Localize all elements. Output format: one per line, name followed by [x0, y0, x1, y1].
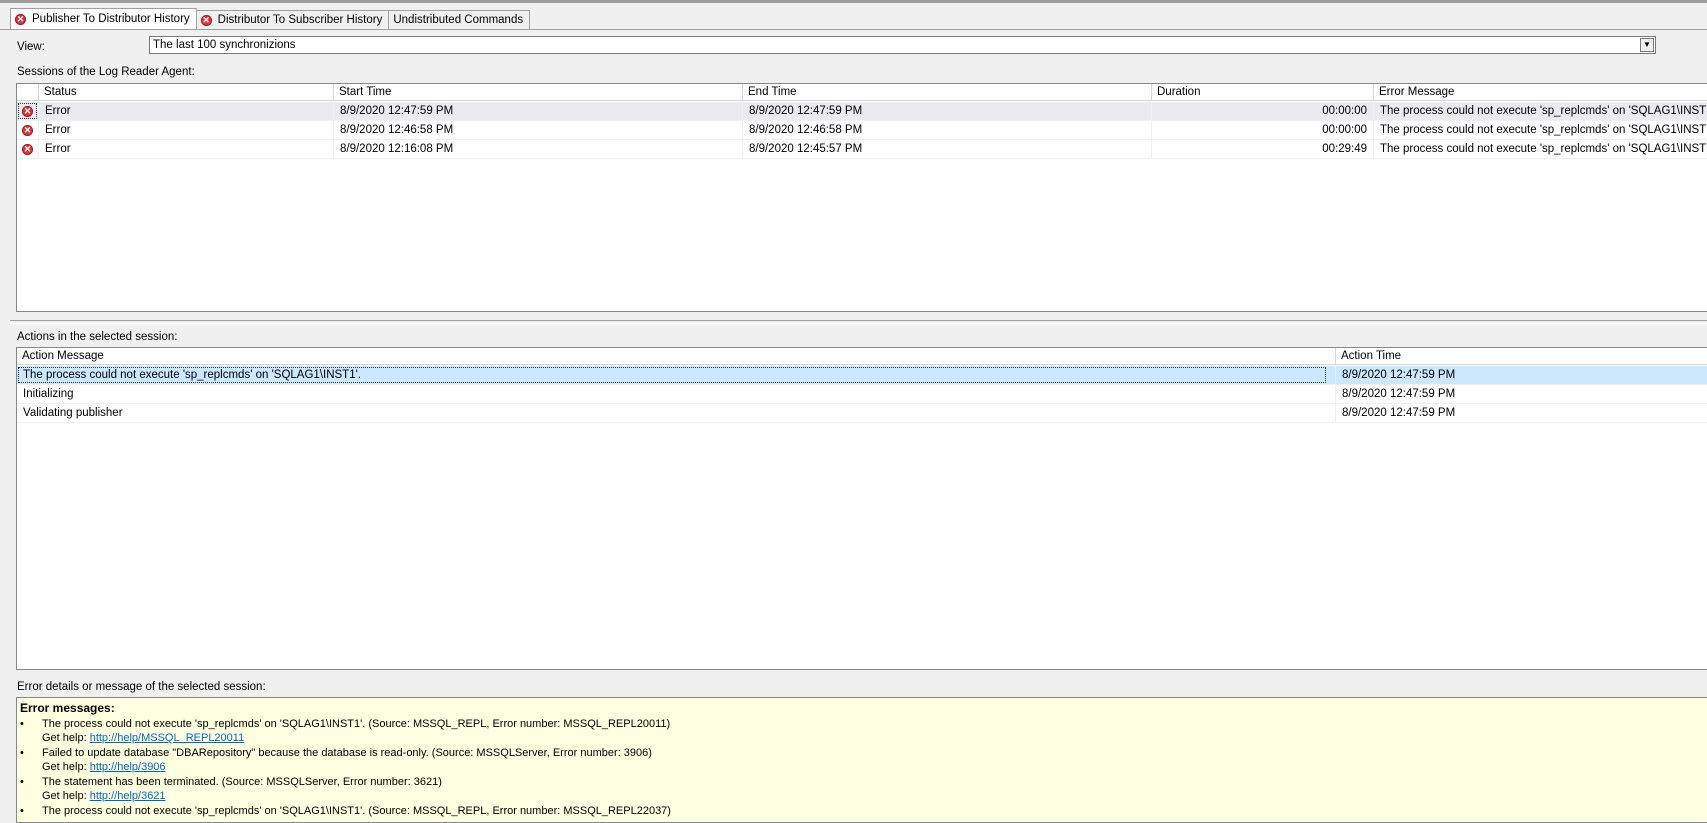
sessions-label: Sessions of the Log Reader Agent: — [17, 66, 195, 78]
tab-label: Publisher To Distributor History — [32, 13, 190, 25]
cell-action-message: Validating publisher — [17, 404, 1336, 422]
cell-error-message: The process could not execute 'sp_replcm… — [1374, 140, 1707, 158]
error-message-text: Failed to update database "DBARepository… — [42, 747, 652, 759]
tab-label: Undistributed Commands — [393, 14, 524, 26]
cell-end-time: 8/9/2020 12:45:57 PM — [743, 140, 1152, 158]
bullet: • — [20, 776, 24, 788]
column-header-action-message[interactable]: Action Message — [17, 348, 1336, 365]
cell-duration: 00:29:49 — [1152, 140, 1374, 158]
cell-action-time: 8/9/2020 12:47:59 PM — [1336, 366, 1707, 384]
bullet: • — [20, 805, 24, 817]
cell-status: Error — [39, 140, 334, 158]
column-header-status[interactable]: Status — [39, 84, 334, 101]
column-header-error-message[interactable]: Error Message — [1374, 84, 1707, 101]
view-label: View: — [17, 41, 45, 53]
error-message-text: The process could not execute 'sp_replcm… — [42, 805, 671, 817]
cell-end-time: 8/9/2020 12:47:59 PM — [743, 102, 1152, 120]
table-row[interactable]: Initializing 8/9/2020 12:47:59 PM — [17, 385, 1707, 404]
cell-action-time: 8/9/2020 12:47:59 PM — [1336, 385, 1707, 403]
cell-start-time: 8/9/2020 12:47:59 PM — [334, 102, 743, 120]
view-dropdown[interactable]: The last 100 synchronizions ▼ — [149, 36, 1656, 54]
table-row[interactable]: ✕ Error 8/9/2020 12:47:59 PM 8/9/2020 12… — [17, 102, 1707, 121]
window-top-border — [0, 0, 1707, 3]
table-row[interactable]: Validating publisher 8/9/2020 12:47:59 P… — [17, 404, 1707, 423]
cell-action-time: 8/9/2020 12:47:59 PM — [1336, 404, 1707, 422]
get-help-line: Get help: http://help/3906 — [42, 761, 166, 773]
cell-status: Error — [39, 121, 334, 139]
column-header-icon — [17, 84, 39, 101]
error-icon: ✕ — [200, 14, 212, 26]
actions-grid[interactable]: Action Message Action Time The process c… — [16, 347, 1707, 670]
tab-strip: ✕ Publisher To Distributor History ✕ Dis… — [10, 8, 531, 29]
view-selected-value: The last 100 synchronizions — [153, 39, 296, 51]
get-help-line: Get help: http://help/MSSQL_REPL20011 — [42, 732, 245, 744]
cell-start-time: 8/9/2020 12:46:58 PM — [334, 121, 743, 139]
error-message-text: The process could not execute 'sp_replcm… — [42, 718, 671, 730]
cell-action-message: The process could not execute 'sp_replcm… — [17, 366, 1336, 384]
column-header-duration[interactable]: Duration — [1152, 84, 1374, 101]
help-link[interactable]: http://help/3906 — [90, 761, 166, 773]
help-link[interactable]: http://help/MSSQL_REPL20011 — [90, 732, 245, 744]
tab-undistributed-commands[interactable]: Undistributed Commands — [388, 10, 531, 29]
actions-label: Actions in the selected session: — [17, 331, 178, 343]
error-icon: ✕ — [22, 124, 33, 136]
cell-duration: 00:00:00 — [1152, 102, 1374, 120]
table-row[interactable]: The process could not execute 'sp_replcm… — [17, 366, 1707, 385]
get-help-line: Get help: http://help/3621 — [42, 790, 166, 802]
column-header-start-time[interactable]: Start Time — [334, 84, 743, 101]
bullet: • — [20, 747, 24, 759]
cell-action-message: Initializing — [17, 385, 1336, 403]
error-icon: ✕ — [22, 105, 33, 117]
tab-publisher-to-distributor-history[interactable]: ✕ Publisher To Distributor History — [10, 8, 197, 29]
cell-duration: 00:00:00 — [1152, 121, 1374, 139]
sessions-grid[interactable]: Status Start Time End Time Duration Erro… — [16, 83, 1707, 312]
cell-status: Error — [39, 102, 334, 120]
column-header-end-time[interactable]: End Time — [743, 84, 1152, 101]
tab-distributor-to-subscriber-history[interactable]: ✕ Distributor To Subscriber History — [195, 10, 390, 29]
error-details-panel[interactable]: Error messages: • The process could not … — [16, 697, 1707, 823]
cell-start-time: 8/9/2020 12:16:08 PM — [334, 140, 743, 158]
error-message-text: The statement has been terminated. (Sour… — [42, 776, 442, 788]
details-title: Error messages: — [20, 701, 115, 715]
bullet: • — [20, 718, 24, 730]
table-row[interactable]: ✕ Error 8/9/2020 12:46:58 PM 8/9/2020 12… — [17, 121, 1707, 140]
error-icon: ✕ — [15, 13, 26, 25]
splitter[interactable] — [10, 320, 1707, 324]
cell-error-message: The process could not execute 'sp_replcm… — [1374, 102, 1707, 120]
chevron-down-icon[interactable]: ▼ — [1640, 38, 1654, 52]
cell-error-message: The process could not execute 'sp_replcm… — [1374, 121, 1707, 139]
column-header-action-time[interactable]: Action Time — [1336, 348, 1707, 365]
help-link[interactable]: http://help/3621 — [90, 790, 166, 802]
error-icon: ✕ — [22, 143, 33, 155]
details-label: Error details or message of the selected… — [17, 681, 266, 693]
tab-strip-divider — [0, 29, 1707, 30]
table-row[interactable]: ✕ Error 8/9/2020 12:16:08 PM 8/9/2020 12… — [17, 140, 1707, 159]
tab-label: Distributor To Subscriber History — [217, 14, 383, 26]
cell-end-time: 8/9/2020 12:46:58 PM — [743, 121, 1152, 139]
